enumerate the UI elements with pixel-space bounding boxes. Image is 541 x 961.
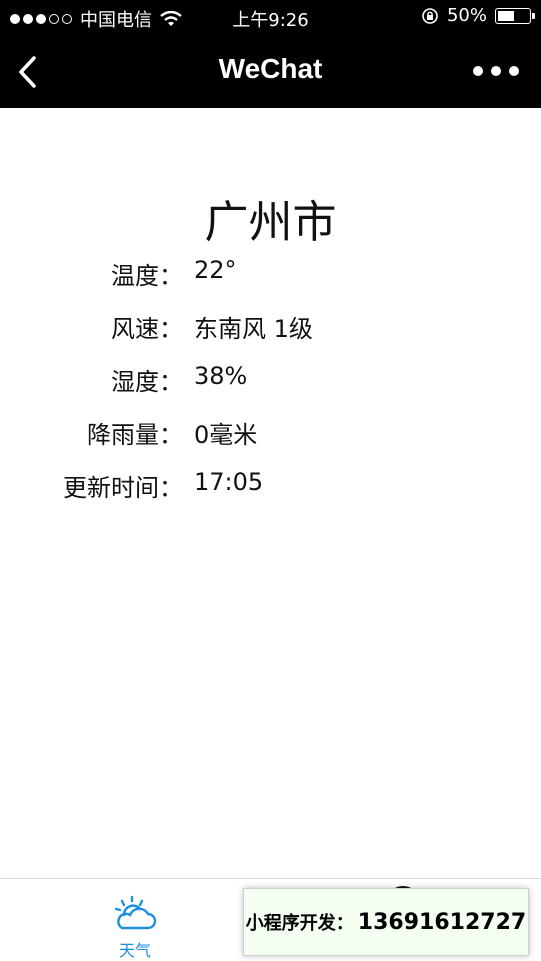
more-dots-icon	[473, 66, 483, 76]
status-bar: 中国电信 上午9:26 50%	[0, 0, 541, 36]
field-value: 东南风 1级	[194, 315, 313, 343]
status-right: 50%	[421, 5, 535, 26]
temperature-row: 温度： 22°	[0, 256, 541, 296]
battery-percent: 50%	[446, 5, 487, 26]
nav-title: WeChat	[218, 53, 323, 84]
wind-row: 风速： 东南风 1级	[0, 309, 541, 349]
tab-weather[interactable]: 天气	[90, 887, 180, 961]
nav-bar: WeChat	[0, 36, 541, 108]
field-value: 38%	[194, 362, 248, 390]
orientation-lock-icon	[422, 7, 438, 24]
humidity-row: 湿度： 38%	[0, 362, 541, 402]
battery-icon	[495, 7, 535, 24]
banner-prefix: 小程序开发：	[245, 913, 354, 934]
field-label: 湿度：	[111, 368, 183, 396]
field-label: 降雨量：	[87, 421, 183, 449]
field-value: 17:05	[194, 468, 264, 496]
rainfall-row: 降雨量： 0毫米	[0, 415, 541, 455]
cloud-sun-icon	[114, 895, 157, 930]
field-label: 温度：	[111, 262, 183, 290]
field-label: 风速：	[111, 315, 183, 343]
field-label: 更新时间：	[63, 474, 183, 502]
field-value: 22°	[194, 256, 237, 284]
promo-banner: 小程序开发： 13691612727	[243, 888, 529, 956]
city-title: 广州市	[204, 197, 337, 248]
more-button[interactable]	[473, 66, 519, 76]
tab-weather-label: 天气	[118, 941, 151, 960]
update-time-row: 更新时间： 17:05	[0, 468, 541, 508]
banner-phone: 13691612727	[357, 909, 527, 935]
field-value: 0毫米	[194, 421, 258, 449]
